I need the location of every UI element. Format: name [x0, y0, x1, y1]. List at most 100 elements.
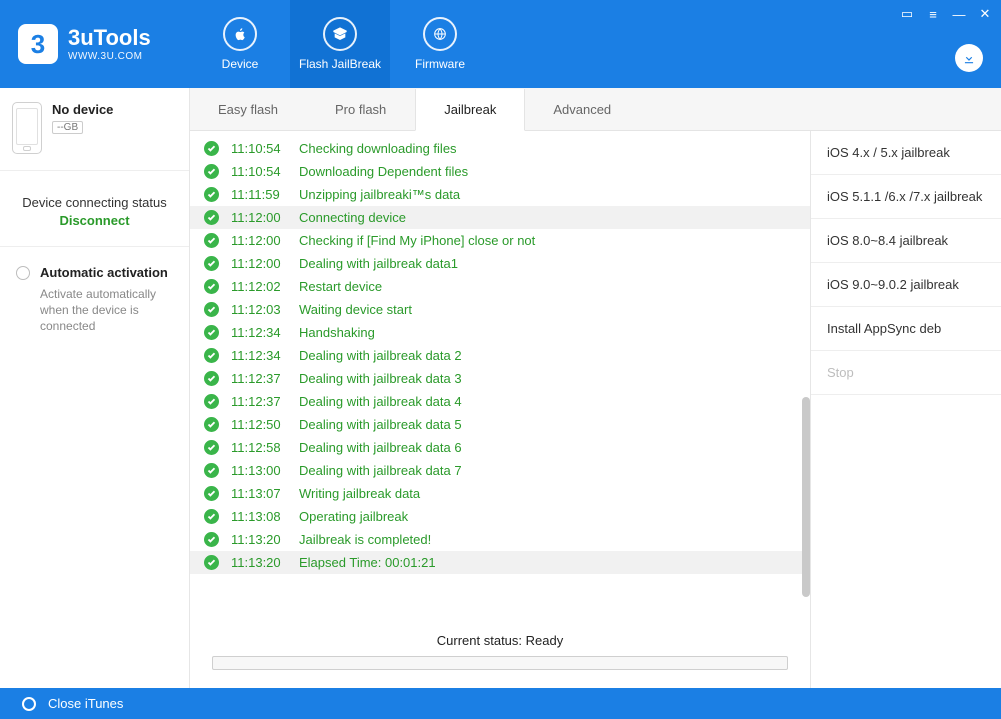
log-message: Dealing with jailbreak data 7	[299, 463, 462, 478]
device-block: No device --GB	[0, 88, 189, 171]
nav-flash-jailbreak[interactable]: Flash JailBreak	[290, 0, 390, 88]
check-icon	[204, 440, 219, 455]
auto-activation-toggle[interactable]: Automatic activation	[16, 265, 173, 280]
tab-pro-flash[interactable]: Pro flash	[307, 88, 415, 130]
log-message: Unzipping jailbreaki™s data	[299, 187, 460, 202]
log-row: 11:12:37 Dealing with jailbreak data 3	[190, 367, 810, 390]
log-time: 11:12:58	[231, 440, 287, 455]
log-time: 11:12:02	[231, 279, 287, 294]
log-message: Dealing with jailbreak data 2	[299, 348, 462, 363]
titlebar: 3 3uTools WWW.3U.COM Device Flash JailBr…	[0, 0, 1001, 88]
log-time: 11:13:20	[231, 532, 287, 547]
right-item: Stop	[811, 351, 1001, 395]
check-icon	[204, 279, 219, 294]
right-item[interactable]: iOS 9.0~9.0.2 jailbreak	[811, 263, 1001, 307]
sidebar: No device --GB Device connecting status …	[0, 88, 190, 688]
check-icon	[204, 371, 219, 386]
log-message: Elapsed Time: 00:01:21	[299, 555, 436, 570]
close-itunes-button[interactable]: Close iTunes	[48, 696, 123, 711]
top-nav: Device Flash JailBreak Firmware	[190, 0, 490, 88]
right-item[interactable]: iOS 4.x / 5.x jailbreak	[811, 131, 1001, 175]
log-row: 11:12:58 Dealing with jailbreak data 6	[190, 436, 810, 459]
tab-advanced[interactable]: Advanced	[525, 88, 640, 130]
log-time: 11:10:54	[231, 164, 287, 179]
log-message: Waiting device start	[299, 302, 412, 317]
log-row: 11:12:03 Waiting device start	[190, 298, 810, 321]
box-icon	[323, 17, 357, 51]
check-icon	[204, 302, 219, 317]
log-time: 11:12:00	[231, 233, 287, 248]
download-icon	[962, 51, 976, 65]
log-row: 11:13:07Writing jailbreak data	[190, 482, 810, 505]
log-row: 11:13:00 Dealing with jailbreak data 7	[190, 459, 810, 482]
app-name: 3uTools	[68, 27, 151, 49]
close-icon[interactable]: ✕	[977, 6, 993, 22]
log-time: 11:13:20	[231, 555, 287, 570]
log-time: 11:12:37	[231, 371, 287, 386]
log-list[interactable]: 11:10:54Checking downloading files11:10:…	[190, 131, 810, 623]
log-time: 11:12:00	[231, 256, 287, 271]
globe-icon	[423, 17, 457, 51]
log-row: 11:12:50 Dealing with jailbreak data 5	[190, 413, 810, 436]
log-row: 11:11:59 Unzipping jailbreaki™s data	[190, 183, 810, 206]
logo-icon: 3	[18, 24, 58, 64]
check-icon	[204, 187, 219, 202]
log-message: Dealing with jailbreak data 5	[299, 417, 462, 432]
log-row: 11:13:08Operating jailbreak	[190, 505, 810, 528]
auto-activation-desc: Activate automatically when the device i…	[40, 286, 173, 335]
log-message: Dealing with jailbreak data1	[299, 256, 458, 271]
check-icon	[204, 532, 219, 547]
radio-icon	[16, 266, 30, 280]
check-icon	[204, 509, 219, 524]
logo[interactable]: 3 3uTools WWW.3U.COM	[0, 0, 190, 88]
log-row: 11:13:20 Elapsed Time: 00:01:21	[190, 551, 810, 574]
log-message: Restart device	[299, 279, 382, 294]
log-message: Writing jailbreak data	[299, 486, 420, 501]
log-row: 11:12:00Checking if [Find My iPhone] clo…	[190, 229, 810, 252]
scrollbar[interactable]	[802, 397, 810, 597]
status-text: Current status: Ready	[212, 633, 788, 648]
log-row: 11:12:37Dealing with jailbreak data 4	[190, 390, 810, 413]
tab-jailbreak[interactable]: Jailbreak	[415, 89, 525, 131]
log-message: Checking downloading files	[299, 141, 457, 156]
log-message: Handshaking	[299, 325, 375, 340]
tab-easy-flash[interactable]: Easy flash	[190, 88, 307, 130]
check-icon	[204, 348, 219, 363]
log-time: 11:12:50	[231, 417, 287, 432]
log-row: 11:13:20 Jailbreak is completed!	[190, 528, 810, 551]
log-message: Dealing with jailbreak data 4	[299, 394, 462, 409]
log-message: Downloading Dependent files	[299, 164, 468, 179]
log-message: Dealing with jailbreak data 6	[299, 440, 462, 455]
phone-icon	[12, 102, 42, 154]
log-row: 11:10:54 Checking downloading files	[190, 137, 810, 160]
progress-bar	[212, 656, 788, 670]
log-time: 11:13:00	[231, 463, 287, 478]
check-icon	[204, 210, 219, 225]
menu-icon[interactable]: ≡	[925, 6, 941, 22]
check-icon	[204, 164, 219, 179]
log-time: 11:10:54	[231, 141, 287, 156]
app-site: WWW.3U.COM	[68, 51, 151, 62]
disconnect-button[interactable]: Disconnect	[10, 213, 179, 228]
nav-device[interactable]: Device	[190, 0, 290, 88]
log-time: 11:11:59	[231, 187, 287, 202]
log-time: 11:12:03	[231, 302, 287, 317]
log-row: 11:12:02 Restart device	[190, 275, 810, 298]
check-icon	[204, 233, 219, 248]
minimize-icon[interactable]: —	[951, 6, 967, 22]
download-button[interactable]	[955, 44, 983, 72]
feedback-icon[interactable]: ▭	[899, 6, 915, 22]
right-item[interactable]: Install AppSync deb	[811, 307, 1001, 351]
check-icon	[204, 417, 219, 432]
connection-block: Device connecting status Disconnect	[0, 171, 189, 247]
device-name: No device	[52, 102, 113, 117]
log-message: Operating jailbreak	[299, 509, 408, 524]
log-message: Jailbreak is completed!	[299, 532, 431, 547]
nav-firmware[interactable]: Firmware	[390, 0, 490, 88]
right-item[interactable]: iOS 8.0~8.4 jailbreak	[811, 219, 1001, 263]
right-panel: iOS 4.x / 5.x jailbreakiOS 5.1.1 /6.x /7…	[811, 131, 1001, 688]
check-icon	[204, 394, 219, 409]
log-message: Dealing with jailbreak data 3	[299, 371, 462, 386]
tabs: Easy flash Pro flash Jailbreak Advanced	[190, 88, 1001, 131]
right-item[interactable]: iOS 5.1.1 /6.x /7.x jailbreak	[811, 175, 1001, 219]
